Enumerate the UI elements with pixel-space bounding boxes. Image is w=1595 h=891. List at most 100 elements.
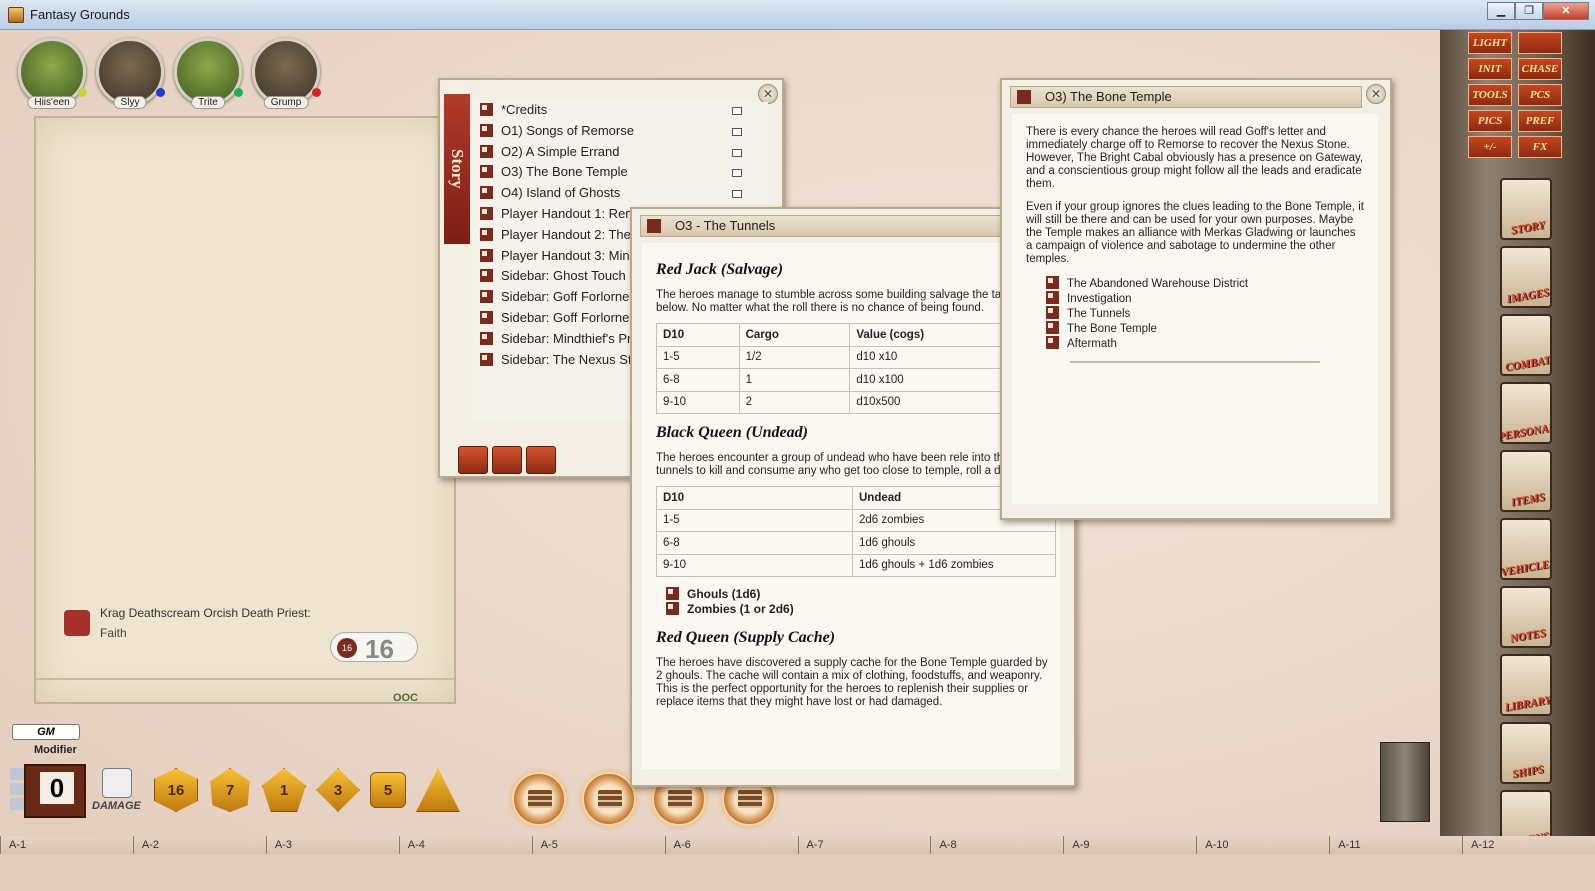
modifier-box[interactable]: 0 bbox=[24, 764, 86, 818]
zombies-link[interactable]: Zombies (1 or 2d6) bbox=[666, 602, 1048, 617]
bone-temple-close-button[interactable]: ✕ bbox=[1366, 84, 1386, 104]
story-list-item[interactable]: O2) A Simple Errand bbox=[472, 144, 768, 165]
speak-mode-icon[interactable] bbox=[10, 768, 24, 780]
ooc-toggle-button[interactable]: OOC bbox=[393, 692, 418, 704]
bone-temple-window-title[interactable]: O3) The Bone Temple bbox=[1010, 86, 1362, 108]
maximize-button[interactable]: ❐ bbox=[1515, 2, 1543, 20]
story-link[interactable]: The Bone Temple bbox=[1038, 321, 1364, 336]
story-link-icon[interactable] bbox=[1046, 291, 1059, 304]
bone-temple-window-body[interactable]: There is every chance the heroes will re… bbox=[1012, 114, 1378, 504]
lighting-button[interactable]: LIGHT bbox=[1468, 32, 1512, 54]
emote-mode-icon[interactable] bbox=[10, 783, 24, 795]
pcs-button[interactable]: PCS bbox=[1518, 84, 1562, 106]
sidebar-item-story[interactable]: STORY bbox=[1500, 178, 1552, 240]
sidebar-item-vehicles[interactable]: VEHICLES bbox=[1500, 518, 1552, 580]
npc-link-icon[interactable] bbox=[666, 602, 679, 615]
portrait-trite[interactable]: Trite bbox=[174, 38, 243, 109]
action-mode-icon[interactable] bbox=[10, 798, 24, 810]
story-link[interactable]: The Abandoned Warehouse District bbox=[1038, 276, 1364, 291]
story-link-icon[interactable] bbox=[1046, 336, 1059, 349]
story-link-icon[interactable] bbox=[480, 165, 493, 179]
sidebar-item-personalities[interactable]: PERSONALITIES bbox=[1500, 382, 1552, 444]
ruler-slot[interactable]: A-9 bbox=[1063, 836, 1197, 854]
story-link[interactable]: Investigation bbox=[1038, 291, 1364, 306]
story-link-icon[interactable] bbox=[480, 269, 493, 283]
gm-identity-badge[interactable]: GM bbox=[12, 724, 80, 740]
ruler-slot[interactable]: A-12 bbox=[1462, 836, 1595, 854]
book-hotkey-2[interactable] bbox=[582, 772, 636, 826]
story-link-icon[interactable] bbox=[1046, 321, 1059, 334]
sidebar-item-ships[interactable]: SHIPS bbox=[1500, 722, 1552, 784]
story-link-icon[interactable] bbox=[1046, 276, 1059, 289]
story-list-item[interactable]: O4) Island of Ghosts bbox=[472, 185, 768, 206]
close-window-button[interactable]: ✕ bbox=[1543, 2, 1589, 20]
ruler-slot[interactable]: A-1 bbox=[0, 836, 133, 854]
chat-panel[interactable]: Krag Deathscream Orcish Death Priest: Fa… bbox=[34, 116, 456, 704]
chase-button[interactable]: CHASE bbox=[1518, 58, 1562, 80]
ruler-slot[interactable]: A-11 bbox=[1329, 836, 1463, 854]
modifier-button[interactable]: +/- bbox=[1468, 136, 1512, 158]
ruler-slot[interactable]: A-7 bbox=[797, 836, 931, 854]
story-book-button[interactable] bbox=[526, 446, 556, 474]
ruler-slot[interactable]: A-3 bbox=[265, 836, 399, 854]
story-link-icon[interactable] bbox=[480, 248, 493, 262]
initiative-button[interactable]: INIT bbox=[1468, 58, 1512, 80]
ghouls-link[interactable]: Ghouls (1d6) bbox=[666, 587, 1048, 602]
story-link-icon[interactable] bbox=[647, 219, 661, 233]
ruler-slot[interactable]: A-5 bbox=[531, 836, 665, 854]
d8-die[interactable]: 3 bbox=[316, 768, 360, 812]
bone-temple-story-window[interactable]: O3) The Bone Temple ✕ There is every cha… bbox=[1000, 78, 1392, 520]
story-link-icon[interactable] bbox=[480, 352, 493, 366]
story-link-icon[interactable] bbox=[480, 144, 493, 158]
sidebar-item-combat[interactable]: COMBAT bbox=[1500, 314, 1552, 376]
ruler-slot[interactable]: A-6 bbox=[664, 836, 798, 854]
portrait-hiiseen[interactable]: Hiis'een bbox=[18, 38, 87, 109]
story-filter-button[interactable] bbox=[458, 446, 488, 474]
d20-die[interactable]: 16 bbox=[154, 768, 198, 812]
story-link-icon[interactable] bbox=[480, 310, 493, 324]
sidebar-item-library[interactable]: LIBRARY bbox=[1500, 654, 1552, 716]
tools-button[interactable]: TOOLS bbox=[1468, 84, 1512, 106]
minimize-button[interactable]: ▁ bbox=[1487, 2, 1515, 20]
story-link[interactable]: The Tunnels bbox=[1038, 306, 1364, 321]
story-link-icon[interactable] bbox=[480, 227, 493, 241]
npc-link-icon[interactable] bbox=[666, 587, 679, 600]
ruler-slot[interactable]: A-8 bbox=[930, 836, 1064, 854]
tabletop-desktop[interactable]: Hiis'een Slyy Trite Grump Krag Deathscre… bbox=[0, 30, 1595, 891]
story-link-icon[interactable] bbox=[1017, 90, 1031, 104]
story-link-icon[interactable] bbox=[1046, 306, 1059, 319]
story-window-close-button[interactable]: ✕ bbox=[758, 84, 778, 104]
story-list-item[interactable]: *Credits bbox=[472, 102, 768, 123]
book-hotkey-1[interactable] bbox=[512, 772, 566, 826]
d4-die[interactable] bbox=[416, 768, 460, 812]
story-link-icon[interactable] bbox=[480, 331, 493, 345]
sidebar-item-notes[interactable]: NOTES bbox=[1500, 586, 1552, 648]
story-link-icon[interactable] bbox=[480, 123, 493, 137]
sidebar-item-images[interactable]: IMAGES bbox=[1500, 246, 1552, 308]
portrait-slyy[interactable]: Slyy bbox=[96, 38, 165, 109]
ruler-slot[interactable]: A-2 bbox=[132, 836, 266, 854]
tunnels-window-title[interactable]: O3 - The Tunnels bbox=[640, 215, 1046, 237]
preferences-button[interactable]: PREF bbox=[1518, 110, 1562, 132]
tunnels-window-body[interactable]: Red Jack (Salvage) The heroes manage to … bbox=[642, 243, 1060, 769]
story-link-icon[interactable] bbox=[480, 103, 493, 116]
ruler-slot[interactable]: A-10 bbox=[1196, 836, 1330, 854]
effects-button[interactable]: FX bbox=[1518, 136, 1562, 158]
story-link-icon[interactable] bbox=[480, 206, 493, 220]
d10-die[interactable]: 1 bbox=[262, 768, 306, 812]
sidebar-item-items[interactable]: ITEMS bbox=[1500, 450, 1552, 512]
dice-tower-icon[interactable] bbox=[1380, 742, 1430, 822]
modifier-value[interactable]: 0 bbox=[40, 772, 74, 804]
story-share-button[interactable] bbox=[492, 446, 522, 474]
pointer-tool-button[interactable] bbox=[1518, 32, 1562, 54]
story-link[interactable]: Aftermath bbox=[1038, 336, 1364, 351]
story-list-item[interactable]: O3) The Bone Temple bbox=[472, 164, 768, 185]
story-link-icon[interactable] bbox=[480, 186, 493, 200]
pics-button[interactable]: PICS bbox=[1468, 110, 1512, 132]
portrait-grump[interactable]: Grump bbox=[252, 38, 321, 109]
story-link-icon[interactable] bbox=[480, 290, 493, 304]
ruler-slot[interactable]: A-4 bbox=[398, 836, 532, 854]
d6-die[interactable]: 5 bbox=[370, 772, 406, 808]
d12-die[interactable]: 7 bbox=[210, 768, 250, 812]
damage-die-button[interactable]: DAMAGE bbox=[92, 768, 144, 812]
